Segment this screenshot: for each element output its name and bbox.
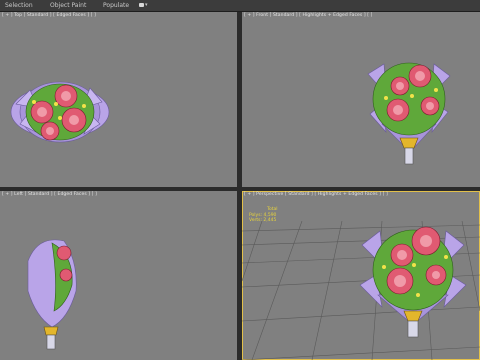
viewport-perspective-label[interactable]: [ + ] Perspective [ Standard ] [ Highlig… [244,192,388,197]
viewport-front-label[interactable]: [ + ] Front [ Standard ] [ Highlights + … [244,13,373,18]
tab-populate[interactable]: Populate [103,0,129,11]
bouquet-left-view [27,239,77,350]
tab-object-paint[interactable]: Object Paint [50,0,86,11]
tab-selection[interactable]: Selection [5,0,33,11]
stats-polys-label: Polys: [249,212,263,218]
viewport-perspective[interactable]: [ + ] Perspective [ Standard ] [ Highlig… [242,191,480,360]
toolbar-options-icon[interactable] [139,3,144,7]
bouquet-top-view [10,81,110,143]
ribbon-toolbar: Selection Object Paint Populate ▾ [0,0,480,12]
stats-polys-value: 4,590 [263,212,277,218]
viewport-top[interactable]: [ + ] Top [ Standard ] [ Edged Faces ] [… [0,12,237,187]
viewport-left[interactable]: [ + ] Left [ Standard ] [ Edged Faces ] … [0,191,237,360]
chevron-down-icon[interactable]: ▾ [145,0,148,11]
bouquet-front-view [367,62,451,165]
viewport-top-label[interactable]: [ + ] Top [ Standard ] [ Edged Faces ] [… [2,13,96,18]
viewport-front[interactable]: [ + ] Front [ Standard ] [ Highlights + … [242,12,480,187]
bouquet-perspective-view [359,226,467,338]
viewport-left-label[interactable]: [ + ] Left [ Standard ] [ Edged Faces ] … [2,192,97,197]
